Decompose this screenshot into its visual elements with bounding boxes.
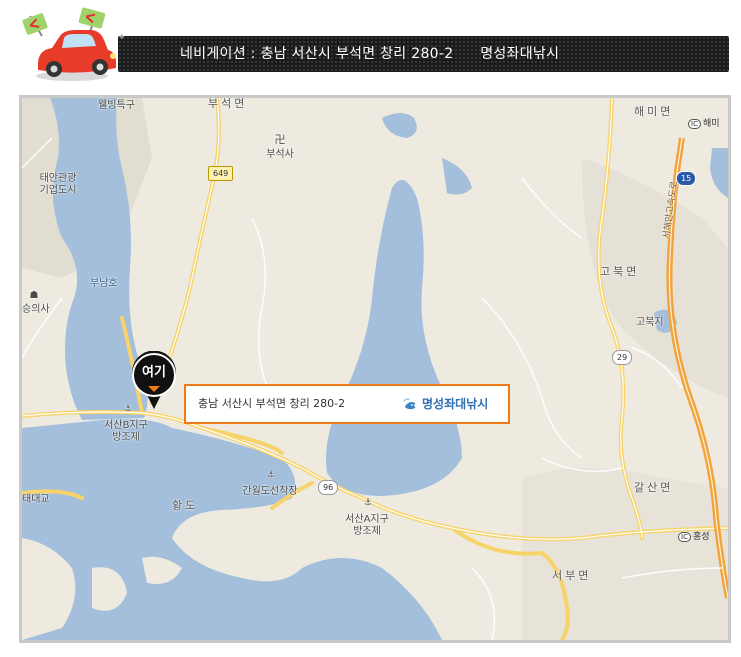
anchor-icon-ganwol: ⚓ [266, 470, 276, 480]
ic-icon: IC [688, 119, 701, 129]
label-buseoksa: 부석사 [266, 149, 294, 160]
location-info-box[interactable]: 충남 서산시 부석면 창리 280-2 명성좌대낚시 [184, 384, 510, 424]
label-gobuk-myeon: 고북면 [600, 265, 640, 278]
route-96-shield: 96 [318, 480, 339, 495]
monument-icon: ☗ [29, 290, 39, 301]
label-galsan: 갈산면 [634, 481, 674, 494]
info-address: 충남 서산시 부석면 창리 280-2 [198, 397, 346, 410]
map-view[interactable]: 웰빙특구 부석면 卍 부석사 해미면 IC 해미 태안관광 기업도시 부남호 ☗ … [19, 95, 731, 643]
label-seobu: 서부면 [552, 569, 592, 582]
ic-icon: IC [678, 532, 691, 542]
info-logo-text: 명성좌대낚시 [422, 397, 489, 411]
seosan-a-lake [326, 180, 462, 496]
label-gobuk-ji: 고북지 [636, 317, 664, 328]
label-ganwoldo: 간월도선착장 [242, 486, 298, 497]
anchor-icon-a: ⚓ [363, 498, 373, 508]
label-hongseong-ic: 홍성 [692, 532, 710, 542]
route-649-shield: 649 [208, 166, 234, 181]
marker-label: 여기 [142, 365, 166, 380]
route-29-shield: 29 [612, 350, 633, 365]
svg-text:✦: ✦ [118, 33, 126, 43]
label-hwangdo: 황도 [172, 499, 199, 512]
haemi-ic-badge: IC 해미 [688, 116, 720, 129]
route-15-shield: 15 [676, 171, 697, 186]
hongseong-ic-badge: IC 홍성 [678, 529, 710, 542]
label-taean-2: 기업도시 [39, 185, 77, 196]
header-address: 충남 서산시 부석면 창리 280-2 [260, 46, 454, 62]
label-welbing: 웰빙특구 [98, 100, 135, 111]
car-icon: ✦ [22, 7, 126, 81]
label-seosan-a-2: 방조제 [353, 526, 381, 537]
navigation-label: 네비게이션 : [180, 46, 256, 62]
info-logo: 명성좌대낚시 [402, 393, 488, 415]
label-bunamho: 부남호 [90, 278, 118, 289]
label-ganwol: 승의사 [22, 304, 50, 315]
fish-icon [403, 397, 416, 409]
temple-icon: 卍 [274, 133, 286, 146]
header-title: 네비게이션 : 충남 서산시 부석면 창리 280-2 명성좌대낚시 [180, 36, 559, 72]
label-buseok-top: 부석면 [208, 97, 248, 110]
label-daegyo: 태대교 [22, 494, 50, 505]
flag-left-icon [22, 13, 48, 37]
label-haemi-top: 해미면 [634, 105, 674, 118]
label-taean-1: 태안관광 [39, 173, 77, 184]
label-seosan-b-1: 서산B지구 [104, 420, 148, 431]
label-haemi-ic: 해미 [702, 119, 720, 129]
label-seosan-a-1: 서산A지구 [345, 514, 389, 525]
header-place-name: 명성좌대낚시 [480, 46, 560, 62]
label-seosan-b-2: 방조제 [112, 432, 140, 443]
